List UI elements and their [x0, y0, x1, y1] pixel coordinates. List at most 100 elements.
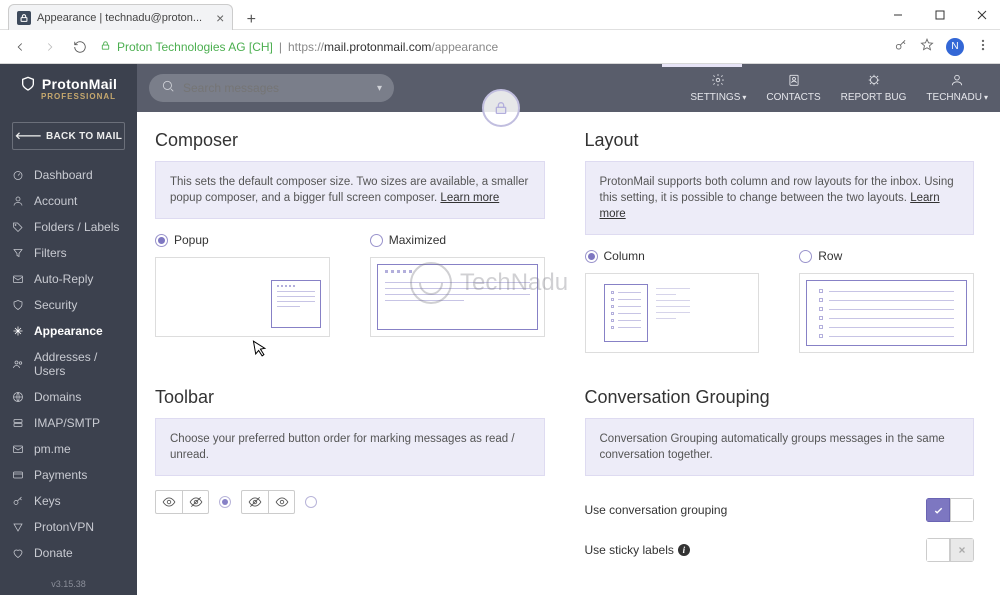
radio-layout-column[interactable]: Column [585, 249, 760, 263]
server-icon [12, 417, 24, 429]
search-box[interactable]: ▾ [149, 74, 394, 102]
sidebar-item-imap[interactable]: IMAP/SMTP [0, 410, 137, 436]
sparkle-icon [12, 325, 24, 337]
sidebar-item-pmme[interactable]: pm.me [0, 436, 137, 462]
brand-logo: ProtonMail PROFESSIONAL [0, 64, 137, 112]
gear-icon [711, 73, 725, 90]
sidebar-item-dashboard[interactable]: Dashboard [0, 162, 137, 188]
sidebar-item-appearance[interactable]: Appearance [0, 318, 137, 344]
filter-icon [12, 247, 24, 259]
preview-column[interactable] [585, 273, 760, 353]
nav-report-bug[interactable]: REPORT BUG [841, 73, 907, 103]
site-lock-icon [100, 40, 111, 54]
main-panel: ▾ SETTINGS▾ CONTACTS REPORT BUG TECHNADU… [137, 64, 1000, 595]
sidebar-item-security[interactable]: Security [0, 292, 137, 318]
nav-back-button[interactable] [10, 37, 30, 57]
preview-row[interactable] [799, 273, 974, 353]
toolbar-order-unread-read[interactable] [241, 490, 295, 514]
sidebar-item-filters[interactable]: Filters [0, 240, 137, 266]
heart-icon [12, 547, 24, 559]
info-icon[interactable]: i [678, 544, 690, 556]
search-icon [161, 79, 175, 98]
mail-icon [12, 443, 24, 455]
globe-icon [12, 391, 24, 403]
conversation-info: Conversation Grouping automatically grou… [585, 418, 975, 476]
site-identity: Proton Technologies AG [CH] [117, 40, 273, 54]
sidebar-item-payments[interactable]: Payments [0, 462, 137, 488]
toolbar-order-read-unread[interactable] [155, 490, 209, 514]
nav-settings[interactable]: SETTINGS▾ [690, 73, 746, 103]
radio-toolbar-option-1[interactable] [219, 496, 231, 508]
preview-maximized[interactable] [370, 257, 545, 337]
toolbar-section: Toolbar Choose your preferred button ord… [155, 387, 545, 570]
envelope-icon [12, 273, 24, 285]
maximize-button[interactable] [926, 3, 954, 27]
user-icon [950, 73, 964, 90]
close-icon [950, 538, 974, 562]
layout-section: Layout ProtonMail supports both column a… [585, 130, 975, 353]
conversation-title: Conversation Grouping [585, 387, 975, 408]
composer-info: This sets the default composer size. Two… [155, 161, 545, 219]
bug-icon [867, 73, 881, 90]
nav-forward-button[interactable] [40, 37, 60, 57]
star-icon[interactable] [920, 38, 934, 55]
active-indicator [662, 64, 742, 67]
preview-popup[interactable] [155, 257, 330, 337]
shield-icon [12, 299, 24, 311]
url-bar[interactable]: Proton Technologies AG [CH] | https://ma… [100, 40, 884, 54]
toolbar-info: Choose your preferred button order for m… [155, 418, 545, 476]
radio-icon [585, 250, 598, 263]
nav-reload-button[interactable] [70, 37, 90, 57]
minimize-button[interactable] [884, 3, 912, 27]
new-tab-button[interactable]: + [241, 10, 261, 30]
user-icon [12, 195, 24, 207]
top-bar: ▾ SETTINGS▾ CONTACTS REPORT BUG TECHNADU… [137, 64, 1000, 112]
radio-icon [799, 250, 812, 263]
label-sticky-labels: Use sticky labels [585, 543, 674, 557]
sidebar-item-account[interactable]: Account [0, 188, 137, 214]
favicon-icon [17, 11, 31, 25]
search-input[interactable] [183, 81, 369, 95]
eye-open-icon [156, 491, 182, 513]
nav-user-menu[interactable]: TECHNADU▾ [926, 73, 988, 103]
radio-icon [155, 234, 168, 247]
tab-title: Appearance | technadu@proton... [37, 12, 202, 24]
menu-icon[interactable] [976, 38, 990, 55]
composer-section: Composer This sets the default composer … [155, 130, 545, 353]
version-label: v3.15.38 [0, 573, 137, 595]
toggle-sticky-labels[interactable] [926, 538, 974, 562]
composer-learn-more-link[interactable]: Learn more [440, 192, 499, 204]
sidebar-item-protonvpn[interactable]: ProtonVPN [0, 514, 137, 540]
gauge-icon [12, 169, 24, 181]
sidebar-item-addresses[interactable]: Addresses / Users [0, 344, 137, 384]
layout-title: Layout [585, 130, 975, 151]
back-to-mail-button[interactable]: 🡐 BACK TO MAIL [12, 122, 125, 150]
chevron-down-icon[interactable]: ▾ [377, 83, 382, 94]
toggle-conversation-grouping[interactable] [926, 498, 974, 522]
sidebar-item-donate[interactable]: Donate [0, 540, 137, 566]
vpn-icon [12, 521, 24, 533]
browser-tab[interactable]: Appearance | technadu@proton... × [8, 4, 233, 30]
close-button[interactable] [968, 3, 996, 27]
radio-composer-popup[interactable]: Popup [155, 233, 330, 247]
radio-composer-maximized[interactable]: Maximized [370, 233, 545, 247]
tab-close-icon[interactable]: × [216, 10, 224, 26]
address-bar: Proton Technologies AG [CH] | https://ma… [0, 30, 1000, 64]
tag-icon [12, 221, 24, 233]
sidebar-item-domains[interactable]: Domains [0, 384, 137, 410]
sidebar-item-keys[interactable]: Keys [0, 488, 137, 514]
check-icon [926, 498, 950, 522]
toolbar-title: Toolbar [155, 387, 545, 408]
sidebar-item-folders[interactable]: Folders / Labels [0, 214, 137, 240]
radio-layout-row[interactable]: Row [799, 249, 974, 263]
radio-toolbar-option-2[interactable] [305, 496, 317, 508]
sidebar: ProtonMail PROFESSIONAL 🡐 BACK TO MAIL D… [0, 64, 137, 595]
nav-contacts[interactable]: CONTACTS [766, 73, 820, 103]
lock-badge-icon [482, 89, 520, 127]
card-icon [12, 469, 24, 481]
sidebar-item-autoreply[interactable]: Auto-Reply [0, 266, 137, 292]
profile-avatar[interactable]: N [946, 38, 964, 56]
key-icon[interactable] [894, 38, 908, 55]
conversation-section: Conversation Grouping Conversation Group… [585, 387, 975, 570]
label-use-grouping: Use conversation grouping [585, 503, 913, 517]
